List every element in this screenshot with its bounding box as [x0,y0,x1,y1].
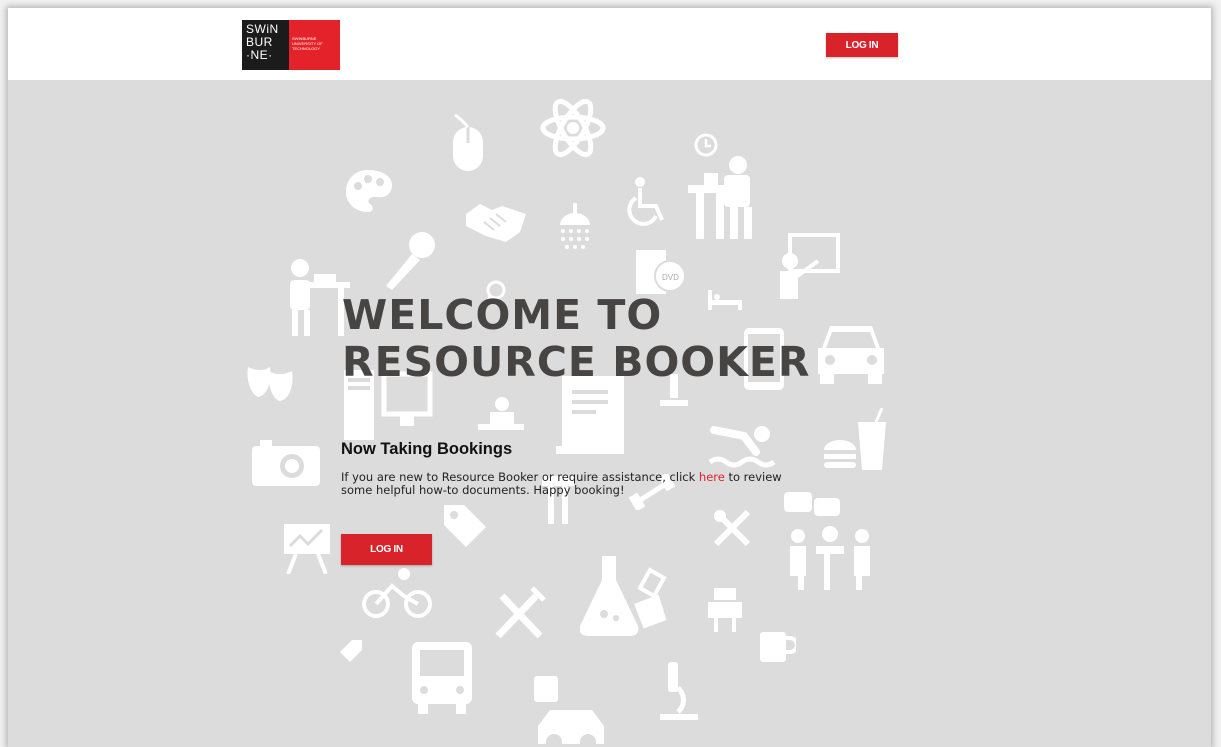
top-header: SWiN BUR ·NE· Swinburne University of Te… [8,8,1211,80]
fork-knife-icon [492,586,548,642]
welcome-heading-line-2: RESOURCE BOOKER [342,338,811,386]
handshake-icon [464,200,528,244]
svg-text:DVD: DVD [662,273,679,282]
tools-wrench-screwdriver-icon [712,508,752,548]
coffee-mug-icon [760,630,796,664]
main-login-button[interactable]: LOG IN [341,534,432,565]
meeting-chat-icon [784,492,870,592]
intro-paragraph: If you are new to Resource Booker or req… [341,471,811,497]
browser-viewport: SWiN BUR ·NE· Swinburne University of Te… [8,8,1211,747]
price-tag-icon [442,503,488,549]
logo-tagline: Swinburne University of Technology [289,20,340,70]
printer-stand-icon [708,588,746,632]
atom-icon [538,93,608,163]
bus-icon [408,642,476,714]
presenter-lectern-icon [476,396,526,442]
burger-and-drink-icon [822,408,890,472]
welcome-heading: WELCOME TO RESOURCE BOOKER [342,292,811,386]
now-taking-bookings-heading: Now Taking Bookings [341,440,513,458]
cyclist-icon [360,568,434,618]
theatre-masks-icon [246,363,294,403]
dvd-icon: DVD [636,250,686,296]
small-tag-icon [338,638,364,664]
teacher-whiteboard-icon [778,233,840,301]
swimmer-icon [708,422,780,474]
swinburne-logo[interactable]: SWiN BUR ·NE· Swinburne University of Te… [242,20,340,70]
paint-palette-icon [344,168,396,214]
presentation-chart-icon [284,524,330,574]
logo-line-3: ·NE· [246,48,273,62]
header-login-button[interactable]: LOG IN [826,33,898,57]
computer-mouse-icon [451,113,485,173]
logo-wordmark: SWiN BUR ·NE· [242,20,289,70]
book-icon [556,376,626,456]
help-here-link[interactable]: here [699,470,725,484]
camera-icon [252,438,320,486]
small-car-icon [528,676,614,747]
chemistry-flasks-icon [580,556,680,636]
shower-icon [556,203,594,251]
wheelchair-icon [626,176,670,226]
microphone-icon [380,230,438,292]
person-at-desk-clock-icon [686,133,758,243]
welcome-heading-line-1: WELCOME TO [342,291,663,339]
car-front-icon [816,320,886,386]
intro-text-before-link: If you are new to Resource Booker or req… [341,470,699,484]
microscope-icon [658,662,700,722]
